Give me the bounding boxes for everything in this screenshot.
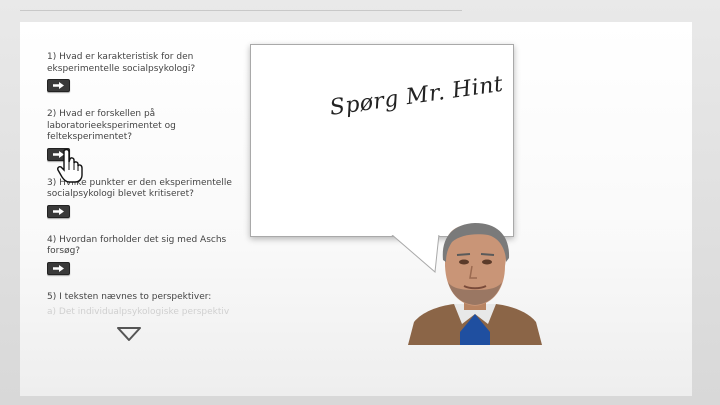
arrow-right-icon <box>53 82 64 89</box>
question-item: 5) I teksten nævnes to perspektiver: a) … <box>47 292 232 319</box>
question-text: 5) I teksten nævnes to perspektiver: <box>47 291 212 302</box>
arrow-right-icon <box>53 207 64 215</box>
question-list: 1) Hvad er karakteristisk for den eksper… <box>47 52 232 322</box>
hand-pointer-icon <box>57 148 83 183</box>
arrow-right-icon <box>53 264 64 272</box>
mr-hint-avatar[interactable] <box>408 222 542 345</box>
question-text: 2) Hvad er forskellen på laboratorieeksp… <box>47 109 176 142</box>
question-item: 1) Hvad er karakteristisk for den eksper… <box>47 52 232 97</box>
question-item: 4) Hvordan forholder det sig med Aschs f… <box>47 235 232 280</box>
question-subitem: a) Det individualpsykologiske perspektiv <box>47 307 230 317</box>
speech-bubble[interactable] <box>250 44 514 237</box>
question-go-button[interactable] <box>47 261 70 275</box>
question-go-button[interactable] <box>47 79 70 92</box>
triangle-down-icon[interactable] <box>116 326 142 342</box>
question-text: 1) Hvad er karakteristisk for den eksper… <box>47 52 196 74</box>
top-divider <box>20 10 462 11</box>
question-go-button[interactable] <box>47 204 70 218</box>
question-text: 4) Hvordan forholder det sig med Aschs f… <box>47 234 227 257</box>
stage: 1) Hvad er karakteristisk for den eksper… <box>0 0 720 405</box>
question-item: 3) Hvilke punkter er den eksperimentelle… <box>47 178 232 223</box>
